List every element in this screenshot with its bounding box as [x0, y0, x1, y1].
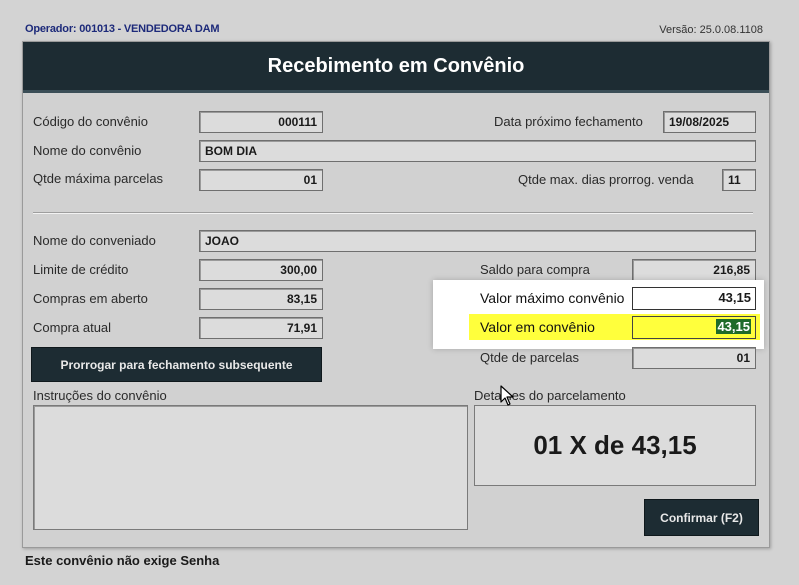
qtde-dias-prorrog-field[interactable]: 11: [722, 169, 756, 191]
instrucoes-textarea[interactable]: [33, 405, 468, 530]
valor-convenio-label: Valor em convênio: [480, 319, 595, 335]
limite-credito-label: Limite de crédito: [33, 262, 129, 277]
mouse-cursor-icon: [500, 385, 514, 406]
qtde-maxima-parcelas-field[interactable]: 01: [199, 169, 323, 191]
nome-conveniado-label: Nome do conveniado: [33, 233, 156, 248]
codigo-convenio-label: Código do convênio: [33, 114, 148, 129]
confirmar-button[interactable]: Confirmar (F2): [644, 499, 759, 536]
senha-status-text: Este convênio não exige Senha: [25, 553, 220, 568]
compras-aberto-field[interactable]: 83,15: [199, 288, 323, 310]
compras-aberto-label: Compras em aberto: [33, 291, 148, 306]
instrucoes-label: Instruções do convênio: [33, 388, 167, 403]
operator-label: Operador: 001013 - VENDEDORA DAM: [25, 23, 220, 35]
codigo-convenio-field[interactable]: 000111: [199, 111, 323, 133]
version-label: Versão: 25.0.08.1108: [659, 24, 763, 36]
prorrogar-button[interactable]: Prorrogar para fechamento subsequente: [31, 347, 322, 382]
compra-atual-field[interactable]: 71,91: [199, 317, 323, 339]
nome-convenio-label: Nome do convênio: [33, 143, 142, 158]
qtde-parcelas-label: Qtde de parcelas: [480, 350, 580, 365]
section-divider: [33, 212, 753, 214]
nome-convenio-field[interactable]: BOM DIA: [199, 140, 756, 162]
valor-convenio-field[interactable]: 43,15: [632, 316, 756, 339]
detalhes-parcelamento-box: 01 X de 43,15: [474, 405, 756, 486]
saldo-compra-label: Saldo para compra: [480, 262, 590, 277]
data-fechamento-field[interactable]: 19/08/2025: [663, 111, 756, 133]
saldo-compra-field[interactable]: 216,85: [632, 259, 756, 281]
qtde-dias-prorrog-label: Qtde max. dias prorrog. venda: [518, 172, 694, 187]
compra-atual-label: Compra atual: [33, 320, 112, 335]
limite-credito-field[interactable]: 300,00: [199, 259, 323, 281]
qtde-parcelas-field[interactable]: 01: [632, 347, 756, 369]
valor-maximo-label: Valor máximo convênio: [480, 290, 625, 306]
nome-conveniado-field[interactable]: JOAO: [199, 230, 756, 252]
window-title: Recebimento em Convênio: [23, 42, 769, 93]
valor-maximo-field[interactable]: 43,15: [632, 287, 756, 310]
valor-convenio-selected-value: 43,15: [716, 319, 751, 334]
qtde-maxima-parcelas-label: Qtde máxima parcelas: [33, 171, 164, 186]
data-fechamento-label: Data próximo fechamento: [494, 114, 643, 129]
detalhes-parcelamento-label: Detalhes do parcelamento: [474, 388, 626, 403]
